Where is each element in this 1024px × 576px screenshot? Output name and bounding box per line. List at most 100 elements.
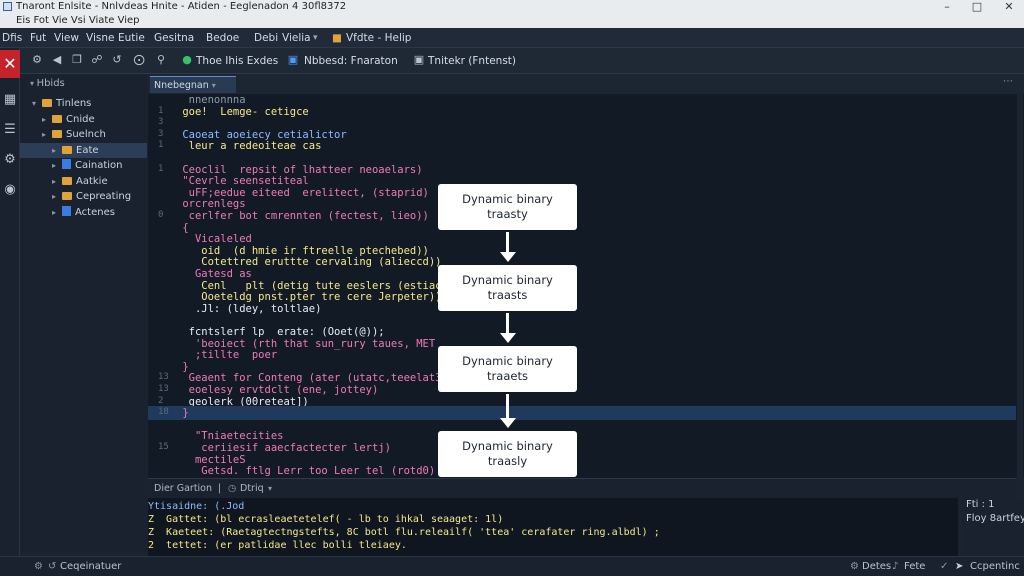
chevron-right-icon[interactable]: ▸ bbox=[52, 205, 62, 220]
vertical-scrollbar[interactable] bbox=[1016, 94, 1024, 478]
menu-item[interactable]: Fut bbox=[30, 28, 46, 48]
status-item[interactable]: Detes bbox=[862, 557, 891, 576]
close-window-button[interactable]: ✕ bbox=[994, 0, 1024, 14]
menu-item[interactable]: Vielia bbox=[282, 28, 311, 48]
menu-item[interactable]: Eutie bbox=[118, 28, 145, 48]
tree-item[interactable]: ▸ Caination bbox=[20, 158, 147, 173]
file-icon[interactable]: ▣ bbox=[286, 53, 300, 67]
tab-output[interactable]: Dier Gartion bbox=[154, 479, 212, 499]
terminal-line: Ytisaidne: (.Jod bbox=[148, 501, 245, 512]
minimize-button[interactable]: – bbox=[932, 0, 962, 14]
task-config[interactable]: Tnitekr (Fntenst) bbox=[428, 52, 516, 70]
run-icon[interactable]: ● bbox=[180, 53, 194, 67]
line-number: 13 bbox=[158, 372, 169, 383]
chevron-right-icon[interactable]: ▸ bbox=[52, 143, 62, 158]
close-icon[interactable]: ✕ bbox=[0, 50, 20, 78]
menu-item[interactable]: Gesitna bbox=[154, 28, 194, 48]
flowchart-box-title: Dynamic binary bbox=[462, 439, 553, 453]
folder-icon: ■ bbox=[332, 32, 342, 44]
chevron-right-icon[interactable]: ▸ bbox=[42, 112, 52, 127]
more-icon[interactable]: ⋯ bbox=[1003, 76, 1013, 87]
title-bar: Tnaront Enlsite - Nnlvdeas Hnite - Atide… bbox=[0, 0, 1024, 14]
toolbar: ⚙ ◀ ❐ ☍ ↺ ⨀ ⚲ ● Thoe Ihis Exdes ▣ Nbbesd… bbox=[20, 48, 1024, 74]
line-number: 1 bbox=[158, 163, 164, 174]
menu-item[interactable]: Visne bbox=[86, 28, 114, 48]
terminal-icon[interactable]: ▣ bbox=[412, 53, 426, 67]
panel-tabs: Dier Gartion | ◷ Dtriq ▾ bbox=[148, 478, 1016, 498]
tree-item[interactable]: ▸ Actenes bbox=[20, 205, 147, 220]
chevron-right-icon[interactable]: ▸ bbox=[52, 174, 62, 189]
scroll-thumb[interactable] bbox=[1017, 94, 1023, 478]
folder-icon bbox=[42, 99, 52, 107]
arrow-head-icon bbox=[500, 333, 516, 343]
arrow-head-icon bbox=[500, 418, 516, 428]
run-config[interactable]: Thoe Ihis Exdes bbox=[196, 52, 278, 70]
debug-icon[interactable]: ◉ bbox=[0, 180, 20, 200]
sync-icon[interactable]: ↺ bbox=[48, 557, 56, 576]
code-line: Getsd. ftlg Lerr too Leer tel (rotd0) bbox=[176, 465, 436, 478]
app-icon bbox=[3, 2, 12, 11]
flowchart-box-subtitle: traasts bbox=[487, 288, 528, 302]
debug-config[interactable]: Nbbesd: Fnaraton bbox=[304, 52, 398, 70]
flowchart-box: Dynamic binary traasly bbox=[438, 431, 577, 477]
chevron-down-icon[interactable]: ▾ bbox=[32, 96, 42, 111]
menu-item[interactable]: View bbox=[54, 28, 79, 48]
gear-icon[interactable]: ⚙ bbox=[34, 557, 43, 576]
file-icon bbox=[62, 159, 71, 169]
explorer-icon[interactable]: ▦ bbox=[0, 90, 20, 110]
refresh-icon[interactable]: ↺ bbox=[110, 53, 124, 67]
tree-item[interactable]: ▸ Eate bbox=[20, 142, 147, 158]
chevron-right-icon[interactable]: ▸ bbox=[52, 189, 62, 204]
code-line: ;tillte poer bbox=[176, 349, 278, 362]
menu-item[interactable]: Bedoe bbox=[206, 28, 239, 48]
list-icon[interactable]: ☰ bbox=[0, 120, 20, 140]
status-branch[interactable]: Ceqeinatuer bbox=[60, 557, 121, 576]
search-icon[interactable]: ⚲ bbox=[154, 53, 168, 67]
tree-item[interactable]: ▸ Cepreating bbox=[20, 189, 147, 204]
tab-active-file[interactable]: Nnebegnan ▾ bbox=[150, 76, 236, 93]
flowchart-box-subtitle: traaets bbox=[487, 369, 528, 383]
tools-icon[interactable]: ⚙ bbox=[0, 150, 20, 170]
folder-icon bbox=[52, 114, 62, 123]
tree-item-label: Eate bbox=[76, 144, 99, 156]
gear-icon[interactable]: ⚙ bbox=[850, 557, 859, 576]
bell-icon[interactable]: ♪ bbox=[892, 557, 898, 576]
chevron-down-icon[interactable]: ▾ bbox=[313, 28, 318, 48]
tree-item[interactable]: ▾ Tinlens bbox=[20, 96, 147, 111]
code-editor[interactable]: nnenonnna 1 goe! Lemge- cetigce 3 3 Caoeat … bbox=[148, 94, 1016, 478]
chevron-right-icon[interactable]: ▸ bbox=[42, 127, 52, 142]
folder-icon bbox=[62, 145, 72, 154]
settings-icon[interactable]: ⚙ bbox=[30, 53, 44, 67]
copy-icon[interactable]: ❐ bbox=[70, 53, 84, 67]
status-item[interactable]: Ccpentinc bbox=[970, 557, 1020, 576]
file-icon bbox=[62, 205, 71, 216]
menu-item[interactable]: Dfis bbox=[2, 28, 22, 48]
top-menu[interactable]: Eis Fot Vie Vsi Viate Viep bbox=[0, 14, 1024, 28]
check-icon[interactable]: ✓ bbox=[940, 557, 948, 576]
terminal-panel[interactable]: Ytisaidne: (.Jod Z Gattet: (bl ecrasleaet… bbox=[148, 498, 958, 556]
flowchart-box-title: Dynamic binary bbox=[462, 273, 553, 287]
flowchart-arrow bbox=[506, 394, 509, 419]
status-item[interactable]: Fete bbox=[904, 557, 925, 576]
status-bar: ⚙ ↺ Ceqeinatuer ⚙ Detes ♪ Fete ✓ ➤ Ccpen… bbox=[0, 556, 1024, 576]
menu-item[interactable]: Vfdte - Helip bbox=[346, 28, 411, 48]
current-line-highlight bbox=[148, 406, 1016, 421]
line-number: 13 bbox=[158, 384, 169, 394]
sidebar-header[interactable]: ▾ Hbids bbox=[30, 78, 65, 89]
clock-icon: ◷ bbox=[228, 483, 237, 494]
tree-item[interactable]: ▸ Aatkie bbox=[20, 174, 147, 189]
link-icon[interactable]: ☍ bbox=[90, 53, 104, 67]
code-line: leur a redeoiteae cas bbox=[176, 140, 322, 153]
tree-item[interactable]: ▸ Suelnch bbox=[20, 127, 147, 142]
chevron-down-icon[interactable]: ▾ bbox=[212, 81, 216, 90]
back-icon[interactable]: ◀ bbox=[50, 53, 64, 67]
menu-item[interactable]: Debi bbox=[254, 28, 278, 48]
maximize-button[interactable]: □ bbox=[962, 0, 992, 14]
tab-debug[interactable]: Dtriq bbox=[240, 479, 264, 499]
pin-icon[interactable]: ⨀ bbox=[132, 53, 146, 67]
line-number: 1 bbox=[158, 140, 164, 151]
chevron-down-icon[interactable]: ▾ bbox=[268, 479, 272, 499]
tree-item[interactable]: ▸ Cnide bbox=[20, 112, 147, 127]
chevron-right-icon[interactable]: ▸ bbox=[52, 158, 62, 173]
flowchart-arrow bbox=[506, 232, 509, 253]
